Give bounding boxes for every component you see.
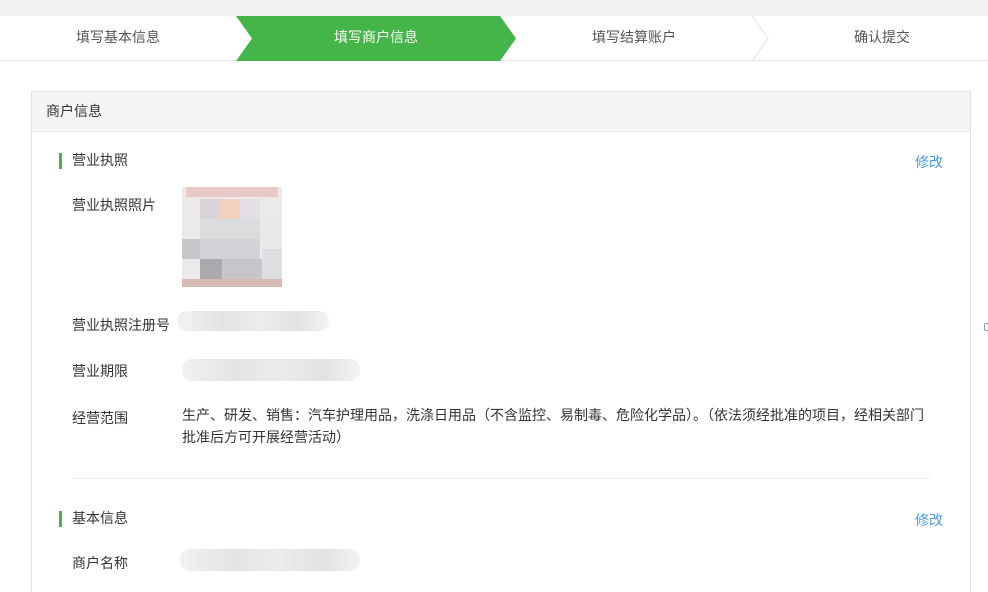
license-edit-link[interactable]: 修改 xyxy=(915,152,943,172)
top-strip xyxy=(0,0,988,16)
step-separator xyxy=(751,16,769,61)
merchant-info-panel: 商户信息 营业执照 修改 营业执照照片 营业执照注册号 营业期限 经营范围 生产… xyxy=(31,91,971,592)
license-period-label: 营业期限 xyxy=(72,364,128,380)
business-scope-label: 经营范围 xyxy=(72,411,128,427)
basic-info-edit-link[interactable]: 修改 xyxy=(915,510,943,530)
merchant-name-value-redacted xyxy=(180,549,360,571)
business-scope-value: 生产、研发、销售：汽车护理用品，洗涤日用品（不含监控、易制毒、危险化学品）。（依… xyxy=(182,408,924,446)
basic-info-section-title: 基本信息 xyxy=(59,511,128,527)
license-photo-label: 营业执照照片 xyxy=(72,198,156,214)
side-float-tab[interactable] xyxy=(984,323,988,331)
panel-title: 商户信息 xyxy=(32,92,970,132)
license-reg-no-label: 营业执照注册号 xyxy=(72,318,170,334)
section-divider xyxy=(72,478,930,479)
step-progress-bar: 填写基本信息 填写商户信息 填写结算账户 确认提交 xyxy=(0,16,988,61)
license-photo[interactable] xyxy=(182,187,282,287)
license-section-title: 营业执照 xyxy=(59,153,128,169)
license-reg-no-value-redacted xyxy=(177,311,329,331)
license-period-value-redacted xyxy=(182,359,360,381)
merchant-name-label: 商户名称 xyxy=(72,556,128,572)
step-3[interactable]: 填写结算账户 xyxy=(516,16,752,61)
step-4[interactable]: 确认提交 xyxy=(768,16,988,61)
step-2-active[interactable]: 填写商户信息 xyxy=(252,16,500,61)
step-1[interactable]: 填写基本信息 xyxy=(0,16,236,61)
